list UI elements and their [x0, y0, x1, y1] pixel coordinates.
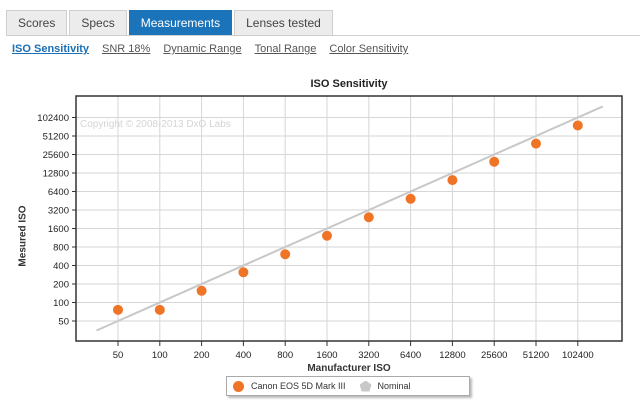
chart-legend: Canon EOS 5D Mark III Nominal [226, 376, 470, 396]
x-axis-title: Manufacturer ISO [307, 363, 391, 374]
data-point[interactable] [238, 267, 249, 278]
data-point[interactable] [196, 285, 207, 296]
y-tick-label: 6400 [48, 187, 69, 198]
legend-item-nominal[interactable]: Nominal [359, 380, 411, 392]
data-point[interactable] [113, 304, 123, 315]
iso-chart: Copyright © 2008-2013 DxO Labs 50 100 200 4… [37, 95, 623, 361]
y-tick-label: 12800 [43, 169, 69, 180]
y-tick-label: 100 [53, 298, 69, 309]
x-tick-label: 800 [277, 350, 293, 361]
legend-item-camera[interactable]: Canon EOS 5D Mark III [233, 380, 346, 392]
x-tick-label: 51200 [523, 350, 549, 361]
data-point[interactable] [154, 304, 165, 315]
y-tick-label: 800 [53, 243, 69, 254]
x-tick-label: 100 [152, 350, 168, 361]
y-tick-label: 400 [53, 261, 69, 272]
data-point[interactable] [363, 212, 374, 223]
y-tick-label: 51200 [43, 132, 69, 143]
orange-dot-icon [233, 380, 244, 392]
legend-label-nominal: Nominal [377, 381, 411, 391]
y-tick-label: 102400 [37, 113, 69, 124]
y-axis-title: Mesured ISO [17, 205, 29, 267]
x-tick-label: 102400 [562, 350, 594, 361]
gray-pentagon-icon [359, 380, 372, 392]
data-point[interactable] [405, 193, 416, 204]
data-point[interactable] [447, 175, 458, 186]
data-point[interactable] [531, 138, 541, 149]
x-tick-label: 400 [235, 350, 251, 361]
x-tick-label: 50 [113, 350, 124, 361]
y-tick-label: 1600 [48, 224, 69, 235]
y-tick-label: 200 [53, 280, 69, 291]
x-tick-label: 6400 [400, 350, 421, 361]
data-point[interactable] [489, 156, 500, 167]
legend-label-camera: Canon EOS 5D Mark III [251, 381, 346, 391]
x-tick-label: 200 [194, 350, 210, 361]
y-tick-label: 3200 [48, 206, 69, 217]
data-point[interactable] [572, 120, 583, 131]
x-tick-label: 25600 [481, 350, 507, 361]
x-axis-ticks: 50 100 200 400 800 1600 3200 6400 12800 25600 5120… [113, 341, 594, 361]
x-tick-label: 1600 [316, 350, 337, 361]
data-point[interactable] [280, 249, 291, 260]
chart-watermark: Copyright © 2008-2013 DxO Labs [80, 119, 231, 130]
y-axis-ticks: 50 100 200 400 800 1600 3200 6400 12800 25600 5120… [37, 113, 76, 328]
data-point[interactable] [322, 230, 332, 241]
x-tick-label: 12800 [439, 350, 465, 361]
y-tick-label: 25600 [43, 150, 69, 161]
x-tick-label: 3200 [358, 350, 379, 361]
y-tick-label: 50 [58, 317, 69, 328]
